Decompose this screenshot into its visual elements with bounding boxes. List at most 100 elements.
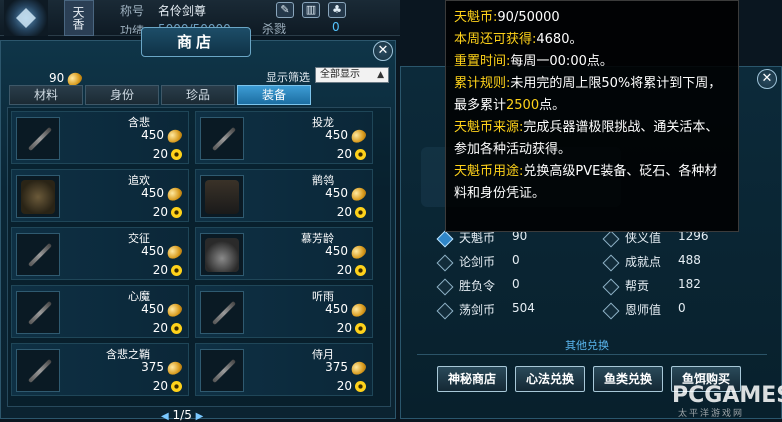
- shop-item[interactable]: 慕芳龄 450 20: [195, 227, 373, 280]
- shop-close-button[interactable]: ✕: [373, 41, 393, 61]
- sword-icon: [27, 358, 53, 384]
- dropdown-arrow-icon: ▲: [377, 70, 384, 80]
- edit-icon[interactable]: ✎: [276, 2, 294, 18]
- tab-equipment[interactable]: 装备: [237, 85, 311, 105]
- prev-page-icon[interactable]: ◀: [161, 411, 169, 422]
- gold-coin-icon: [171, 149, 182, 160]
- tab-materials[interactable]: 材料: [9, 85, 83, 105]
- shop-item[interactable]: 交征 450 20: [11, 227, 189, 280]
- tiankui-coin-icon: [349, 242, 368, 261]
- stat-achievement: 成就点 488: [602, 253, 701, 271]
- shop-title: 商店: [141, 27, 251, 57]
- item-price-coins: 450: [325, 242, 368, 261]
- gold-coin-icon: [171, 323, 182, 334]
- mystery-shop-button[interactable]: 神秘商店: [437, 366, 507, 392]
- arena-icon[interactable]: ♣: [328, 2, 346, 18]
- gold-coin-icon: [355, 207, 366, 218]
- guild-icon: [602, 278, 620, 295]
- gold-coin-icon: [171, 381, 182, 392]
- tiankui-coin-icon: [436, 230, 454, 247]
- shop-item[interactable]: 含悲 450 20: [11, 111, 189, 164]
- item-price-coins: 375: [141, 358, 184, 377]
- title-label: 称号: [120, 4, 145, 18]
- info-close-button[interactable]: ✕: [757, 69, 777, 89]
- item-price-gold: 20: [337, 379, 366, 393]
- equipment-icon[interactable]: ▥: [302, 2, 320, 18]
- divider: [417, 354, 767, 355]
- item-thumbnail: [200, 233, 244, 276]
- gold-coin-icon: [171, 207, 182, 218]
- other-exchange-link[interactable]: 其他兑换: [565, 337, 609, 353]
- tiankui-coin-icon: [165, 126, 184, 145]
- stat-shengfu: 胜负令 0: [436, 277, 520, 295]
- gold-coin-icon: [355, 149, 366, 160]
- item-price-gold: 20: [153, 379, 182, 393]
- currency-balance: 90: [49, 69, 85, 88]
- umbrella-icon: [205, 238, 239, 272]
- item-price-coins: 375: [325, 358, 368, 377]
- shop-panel: 商店 ✕ 90 显示筛选 全部显示 ▲ 材料 身份 珍品 装备 含悲 450 2…: [0, 27, 396, 422]
- lunjian-icon: [436, 254, 454, 271]
- tab-treasures[interactable]: 珍品: [161, 85, 235, 105]
- tiankui-coin-icon: [165, 184, 184, 203]
- filter-label: 显示筛选: [266, 71, 310, 84]
- character-portrait-icon: [205, 180, 239, 214]
- item-price-gold: 20: [153, 263, 182, 277]
- item-price-gold: 20: [153, 205, 182, 219]
- sword-icon: [211, 300, 237, 326]
- kill-label: 杀戮: [262, 22, 287, 36]
- filter-value: 全部显示: [320, 69, 360, 80]
- stat-guild-contribution: 帮贡 182: [602, 277, 701, 295]
- page-indicator: 1/5: [172, 408, 192, 422]
- shop-item[interactable]: 投龙 450 20: [195, 111, 373, 164]
- item-price-coins: 450: [141, 242, 184, 261]
- shop-item[interactable]: 含悲之鞘 375 20: [11, 343, 189, 396]
- faction-badge: 天香: [64, 0, 94, 36]
- next-page-icon[interactable]: ▶: [196, 411, 204, 422]
- shop-item[interactable]: 心魔 450 20: [11, 285, 189, 338]
- item-price-gold: 20: [337, 205, 366, 219]
- tiankui-coin-icon: [349, 126, 368, 145]
- site-watermark-subtitle: 太平洋游戏网: [678, 409, 745, 419]
- item-price-coins: 450: [325, 300, 368, 319]
- item-grid: 含悲 450 20 投龙 450 20 追欢 450 20 鹡鸰 450 20 …: [7, 107, 391, 407]
- stat-lunjian: 论剑币 0: [436, 253, 520, 271]
- mentor-icon: [602, 302, 620, 319]
- shop-item[interactable]: 侍月 375 20: [195, 343, 373, 396]
- sword-icon: [211, 126, 237, 152]
- item-price-coins: 450: [141, 184, 184, 203]
- shop-item[interactable]: 听雨 450 20: [195, 285, 373, 338]
- item-price-coins: 450: [325, 184, 368, 203]
- stat-dangjian: 荡剑币 504: [436, 301, 535, 319]
- stat-mentor: 恩师值 0: [602, 301, 686, 319]
- item-thumbnail: [200, 117, 244, 160]
- item-price-coins: 450: [325, 126, 368, 145]
- shop-item[interactable]: 追欢 450 20: [11, 169, 189, 222]
- tiankui-coin-icon: [349, 300, 368, 319]
- title-value: 名伶剑尊: [158, 4, 207, 18]
- tiankui-coin-icon: [165, 300, 184, 319]
- item-thumbnail: [200, 175, 244, 218]
- item-price-coins: 450: [141, 300, 184, 319]
- tiankui-coin-icon: [165, 358, 184, 377]
- tiankui-coin-icon: [349, 184, 368, 203]
- gold-coin-icon: [355, 381, 366, 392]
- kill-value: 0: [332, 20, 340, 34]
- pagination: ◀ 1/5 ▶: [161, 408, 203, 422]
- item-price-gold: 20: [153, 147, 182, 161]
- skill-exchange-button[interactable]: 心法兑换: [515, 366, 585, 392]
- tiankui-coin-icon: [165, 242, 184, 261]
- sword-icon: [27, 242, 53, 268]
- tiankui-coin-icon: [349, 358, 368, 377]
- tab-identity[interactable]: 身份: [85, 85, 159, 105]
- item-thumbnail: [16, 175, 60, 218]
- site-watermark: PCGAMES: [672, 383, 782, 408]
- shop-item[interactable]: 鹡鸰 450 20: [195, 169, 373, 222]
- filter-dropdown[interactable]: 全部显示 ▲: [315, 67, 389, 83]
- dangjian-icon: [436, 302, 454, 319]
- fish-exchange-button[interactable]: 鱼类兑换: [593, 366, 663, 392]
- sword-icon: [27, 126, 53, 152]
- gold-coin-icon: [355, 323, 366, 334]
- faction-emblem-icon: [4, 0, 48, 36]
- item-thumbnail: [16, 349, 60, 392]
